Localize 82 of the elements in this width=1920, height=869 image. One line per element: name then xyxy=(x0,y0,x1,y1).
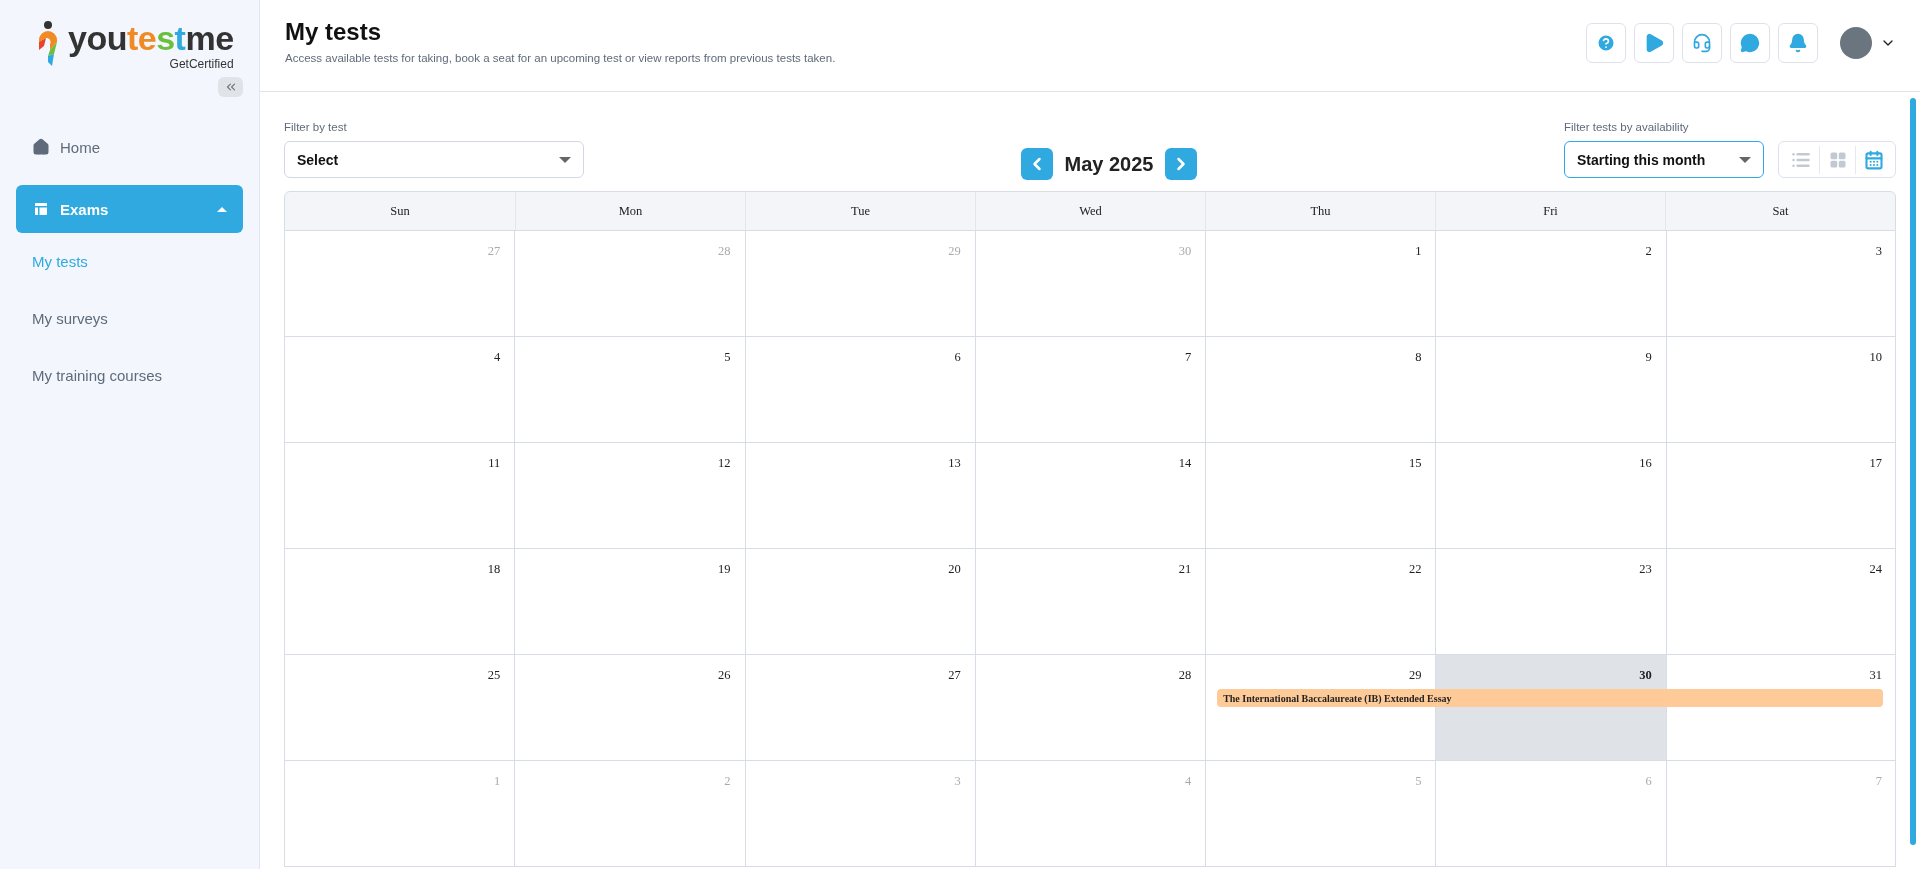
day-number: 24 xyxy=(1869,562,1882,577)
day-number: 5 xyxy=(724,350,731,365)
day-number: 27 xyxy=(487,244,501,259)
weekday-header: Tue xyxy=(745,192,975,230)
day-number: 1 xyxy=(1415,244,1422,259)
scrollbar[interactable] xyxy=(1910,98,1916,845)
play-button[interactable] xyxy=(1634,22,1674,63)
field-label: Filter tests by availability xyxy=(1564,121,1690,133)
page-title: My tests xyxy=(285,17,383,46)
logo-tagline: GetCertified xyxy=(169,57,234,72)
day-number: 25 xyxy=(487,668,501,683)
availability-select[interactable]: Starting this month xyxy=(1564,141,1764,178)
dropdown-arrow-icon xyxy=(1739,156,1751,163)
weekday-header: Sat xyxy=(1665,192,1895,230)
day-number: 13 xyxy=(948,456,961,471)
nav-subitem[interactable]: My surveys xyxy=(16,290,243,348)
calendar-event[interactable]: The International Baccalaureate (IB) Extended Essay xyxy=(1217,689,1883,707)
calendar-icon xyxy=(1863,149,1884,170)
nav-item[interactable]: Exams xyxy=(16,185,243,234)
day-number: 23 xyxy=(1639,562,1652,577)
day-number: 12 xyxy=(718,456,731,471)
day-number: 20 xyxy=(948,562,961,577)
logo-text: youtestme xyxy=(68,20,234,58)
grid-view-icon xyxy=(1828,150,1847,169)
day-number: 3 xyxy=(954,774,961,789)
test-select[interactable]: Select xyxy=(284,141,584,178)
previous-month-button[interactable] xyxy=(1020,148,1053,180)
next-month-button[interactable] xyxy=(1165,148,1198,180)
day-number: 2 xyxy=(724,774,731,789)
day-number: 2 xyxy=(1645,244,1652,259)
day-number: 31 xyxy=(1869,668,1882,683)
day-number: 16 xyxy=(1639,456,1652,471)
day-number: 29 xyxy=(948,244,961,259)
weekday-header: Mon xyxy=(515,192,745,230)
help-button[interactable] xyxy=(1586,22,1626,63)
chat-icon xyxy=(1740,32,1760,53)
support-button[interactable] xyxy=(1682,22,1722,63)
day-number: 8 xyxy=(1415,350,1422,365)
page-subtitle: Access available tests for taking, book a seat for an upcoming test or view reports from previous tests taken. xyxy=(285,51,836,64)
day-number: 27 xyxy=(948,668,961,683)
weekday-header: Thu xyxy=(1205,192,1435,230)
day-number: 7 xyxy=(1875,774,1882,789)
day-number: 1 xyxy=(494,774,501,789)
day-number: 4 xyxy=(1184,774,1192,789)
day-number: 9 xyxy=(1645,350,1652,365)
day-number: 11 xyxy=(488,456,501,471)
day-number: 28 xyxy=(718,244,731,259)
day-number: 6 xyxy=(954,350,961,365)
weekday-header: Fri xyxy=(1435,192,1665,230)
day-number: 29 xyxy=(1408,668,1422,683)
day-number: 22 xyxy=(1408,562,1422,577)
field-label: Filter by test xyxy=(284,121,348,133)
day-number: 3 xyxy=(1875,244,1882,259)
weekday-header: Wed xyxy=(975,192,1205,230)
weekday-header: Sun xyxy=(389,202,411,220)
nav-subitem[interactable]: My training courses xyxy=(16,347,243,405)
nav-item[interactable]: Home xyxy=(16,123,243,172)
chat-button[interactable] xyxy=(1730,22,1770,63)
day-number: 15 xyxy=(1408,456,1422,471)
day-number: 18 xyxy=(487,562,501,577)
day-number: 7 xyxy=(1184,350,1192,365)
day-number: 14 xyxy=(1178,456,1192,471)
bell-button[interactable] xyxy=(1778,22,1818,63)
day-number: 4 xyxy=(494,350,501,365)
day-number: 30 xyxy=(1639,668,1652,683)
dropdown-arrow-icon xyxy=(559,156,571,163)
home-icon xyxy=(32,138,50,157)
avatar[interactable] xyxy=(1840,26,1872,59)
bell-icon xyxy=(1788,32,1808,53)
collapse-sidebar-button[interactable] xyxy=(218,77,243,98)
day-number: 28 xyxy=(1178,668,1192,683)
day-number: 5 xyxy=(1415,774,1422,789)
day-number: 10 xyxy=(1869,350,1882,365)
help-icon xyxy=(1596,32,1616,53)
day-number: 19 xyxy=(718,562,731,577)
day-number: 6 xyxy=(1645,774,1652,789)
day-number: 17 xyxy=(1869,456,1882,471)
day-number: 26 xyxy=(718,668,731,683)
headset-icon xyxy=(1692,32,1712,53)
month-title: May 2025 xyxy=(1064,152,1154,176)
day-number: 30 xyxy=(1178,244,1192,259)
day-number: 21 xyxy=(1178,562,1192,577)
